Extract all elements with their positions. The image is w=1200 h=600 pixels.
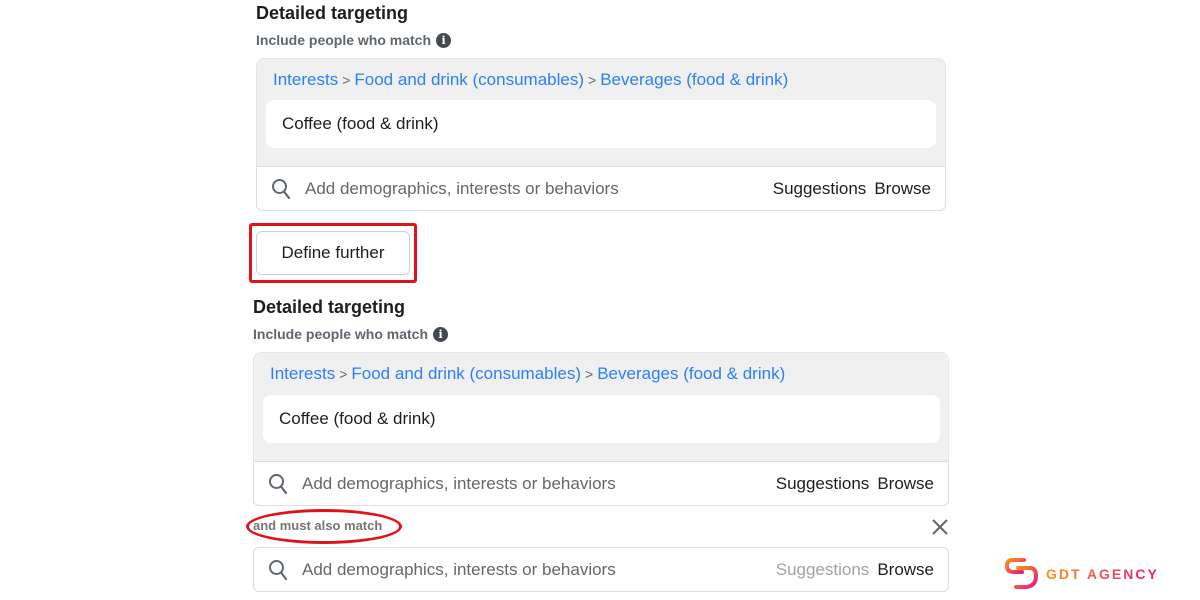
subtitle-text: Include people who match <box>253 326 429 342</box>
suggestions-link[interactable]: Suggestions <box>776 560 870 580</box>
search-input[interactable]: Add demographics, interests or behaviors… <box>253 461 949 506</box>
suggestions-link[interactable]: Suggestions <box>773 179 867 199</box>
search-icon <box>269 473 288 494</box>
narrow-search-input[interactable]: Add demographics, interests or behaviors… <box>253 547 949 592</box>
logo-mark-icon <box>1004 558 1039 589</box>
breadcrumb-item[interactable]: Interests <box>270 364 335 383</box>
search-placeholder: Add demographics, interests or behaviors <box>305 178 619 198</box>
breadcrumb-item[interactable]: Food and drink (consumables) <box>351 364 581 383</box>
info-icon[interactable]: i <box>436 32 452 48</box>
breadcrumb-item[interactable]: Food and drink (consumables) <box>354 70 584 89</box>
breadcrumb: Interests > Food and drink (consumables) > B… <box>273 70 788 90</box>
detailed-targeting-header-1: Detailed targeting Include people who ma… <box>256 3 452 48</box>
selected-interest-label: Coffee (food & drink) <box>282 114 439 133</box>
breadcrumb: Interests > Food and drink (consumables) > B… <box>270 364 785 384</box>
search-icon <box>272 178 291 199</box>
section-title: Detailed targeting <box>256 3 409 23</box>
browse-link[interactable]: Browse <box>877 560 934 580</box>
selected-interest[interactable]: Coffee (food & drink) <box>263 395 940 443</box>
selected-interest-label: Coffee (food & drink) <box>279 409 436 428</box>
section-subtitle: Include people who match i <box>256 32 452 48</box>
breadcrumb-separator: > <box>588 72 597 88</box>
search-icon <box>269 559 288 580</box>
breadcrumb-item[interactable]: Beverages (food & drink) <box>597 364 785 383</box>
info-icon[interactable]: i <box>433 326 449 342</box>
subtitle-text: Include people who match <box>256 32 432 48</box>
search-placeholder: Add demographics, interests or behaviors <box>302 473 616 493</box>
search-placeholder: Add demographics, interests or behaviors <box>302 559 616 579</box>
breadcrumb-separator: > <box>342 72 351 88</box>
suggestions-link[interactable]: Suggestions <box>776 474 870 494</box>
section-title: Detailed targeting <box>253 297 406 317</box>
browse-link[interactable]: Browse <box>874 179 931 199</box>
breadcrumb-item[interactable]: Beverages (food & drink) <box>600 70 788 89</box>
search-input[interactable]: Add demographics, interests or behaviors… <box>256 166 946 211</box>
breadcrumb-separator: > <box>339 366 348 382</box>
logo-text: GDT AGENCY <box>1046 566 1159 582</box>
section-subtitle: Include people who match i <box>253 326 449 342</box>
gdt-agency-logo: GDT AGENCY <box>1004 556 1159 592</box>
breadcrumb-separator: > <box>585 366 594 382</box>
define-further-button[interactable]: Define further <box>256 231 410 275</box>
must-also-match-label: and must also match <box>253 518 383 533</box>
selected-interest[interactable]: Coffee (food & drink) <box>266 100 936 148</box>
close-icon[interactable] <box>930 517 950 537</box>
browse-link[interactable]: Browse <box>877 474 934 494</box>
breadcrumb-item[interactable]: Interests <box>273 70 338 89</box>
detailed-targeting-header-2: Detailed targeting Include people who ma… <box>253 297 449 342</box>
